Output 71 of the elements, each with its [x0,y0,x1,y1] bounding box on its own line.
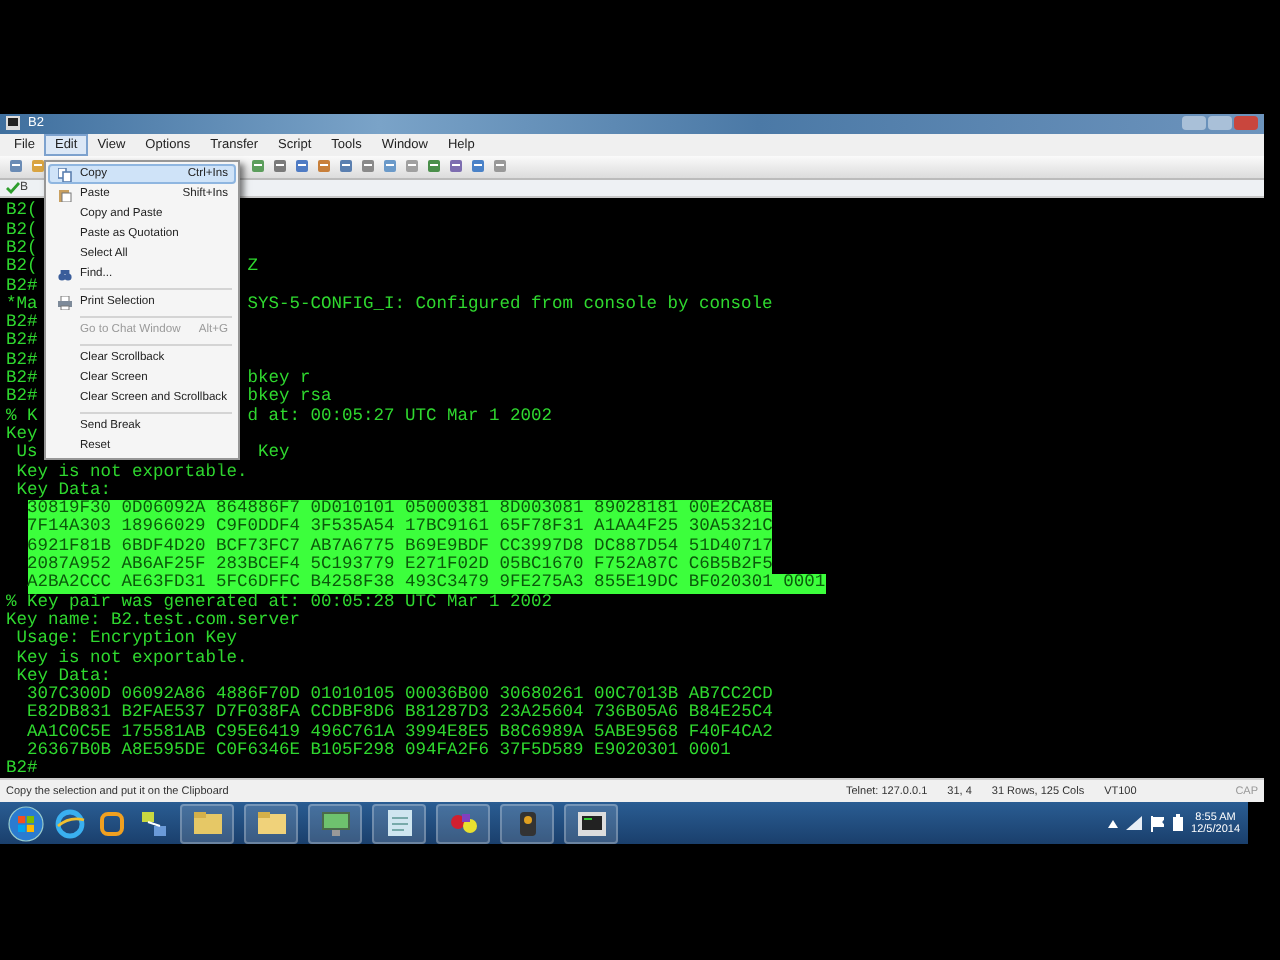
signal-icon[interactable] [1125,816,1142,830]
monitor-icon [321,811,349,835]
terminal-screen[interactable] [0,198,1264,779]
folder-icon [257,812,285,834]
terminal-line: % Key pair was generated at: 00:05:28 UTC Mar 1 2002 [6,593,553,612]
terminal-line: B2# [6,332,38,352]
terminal-line: B2# [6,351,38,370]
taskbar-button[interactable] [436,803,490,843]
terminal-line: B2( [6,221,38,240]
terminal-line: B2# [6,368,38,389]
flag-icon[interactable] [1149,815,1164,831]
toolbar-icon[interactable] [294,158,310,175]
copy-icon [57,167,71,181]
toolbar-icon[interactable] [470,158,486,175]
toolbar-icon[interactable] [382,158,398,175]
terminal-line: B2# [6,314,38,333]
binoculars-icon [57,267,71,281]
clipboard-icon [57,187,71,201]
terminal-line: Us [14,442,38,463]
terminal-app-icon [6,116,20,131]
terminal-line: SYS-5-CONFIG_I: Configured from console by console [247,295,773,315]
toolbar-icon[interactable] [338,158,354,175]
toolbar-icon[interactable] [250,158,266,175]
terminal-line: Usage: Encryption Key [16,630,238,649]
terminal-line: Key name: B2.test.com.server [6,611,301,630]
terminal-line: Key Data: [16,667,112,686]
terminal-line: 26367B0B A8E595DE C0F6346E B105F298 094FA2F6 37F5D589 E9020301 0001 [27,742,731,761]
terminal-line: B2( [6,202,38,221]
terminal-line: bkey rsa [247,388,332,407]
browser-icon[interactable] [54,807,86,839]
toolbar-icon[interactable] [404,158,420,175]
toolbar-icon[interactable] [448,158,464,175]
terminal-line: B2# [6,277,38,296]
terminal-line: % K [6,405,38,426]
terminal-line: B2# [6,386,38,407]
terminal-line: Key [256,444,290,464]
terminal-line: Key Data: [16,481,112,500]
network-app-icon[interactable] [138,807,170,839]
terminal-line: Key is not exportable. [16,463,248,482]
terminal-line: B2# [6,760,38,780]
terminal-line: Key [6,425,38,444]
terminal-line: 307C300D 06092A86 4886F70D 01010105 00036B00 30680261 00C7013B AB7CC2CD [27,686,773,705]
notepad-icon [387,810,411,836]
terminal-line: B2( [6,240,38,258]
toolbar-icon[interactable] [272,158,288,175]
terminal-line: B2( [6,256,38,277]
camera-icon [515,809,539,837]
toolbar-icon[interactable] [316,158,332,175]
terminal-line: Key is not exportable. [16,649,248,668]
printer-icon [57,295,71,309]
toolbar-icon[interactable] [426,158,442,175]
toolbar-icon[interactable] [360,158,376,175]
start-button[interactable] [8,805,44,841]
terminal-line: bkey r [247,370,311,389]
folder-icon [193,812,221,834]
terminal-line: Z [247,258,259,278]
media-player-icon[interactable] [96,807,128,839]
terminal-line: AA1C0C5E 175581AB C95E6419 496C761A 3994E8E5 B8C6989A 5ABE9568 F40F4CA2 [27,723,773,742]
taskbar-button[interactable] [500,803,554,843]
toolbar-icon[interactable] [8,158,24,175]
toolbar-icon[interactable] [30,158,46,175]
battery-icon[interactable] [1171,814,1184,832]
toolbar-icon[interactable] [492,158,508,175]
terminal-line: d at: 00:05:27 UTC Mar 1 2002 [247,407,553,426]
terminal-line: E82DB831 B2FAE537 D7F038FA CCDBF8D6 B81287D3 23A25604 736B05A6 B84E25C4 [27,704,773,724]
taskbar-button[interactable] [564,803,618,843]
terminal-app-icon [577,811,605,835]
shapes-icon [449,811,477,835]
terminal-line: *Ma [6,293,38,314]
taskbar-button[interactable] [372,803,426,843]
tray-arrow-icon[interactable] [1107,819,1118,827]
